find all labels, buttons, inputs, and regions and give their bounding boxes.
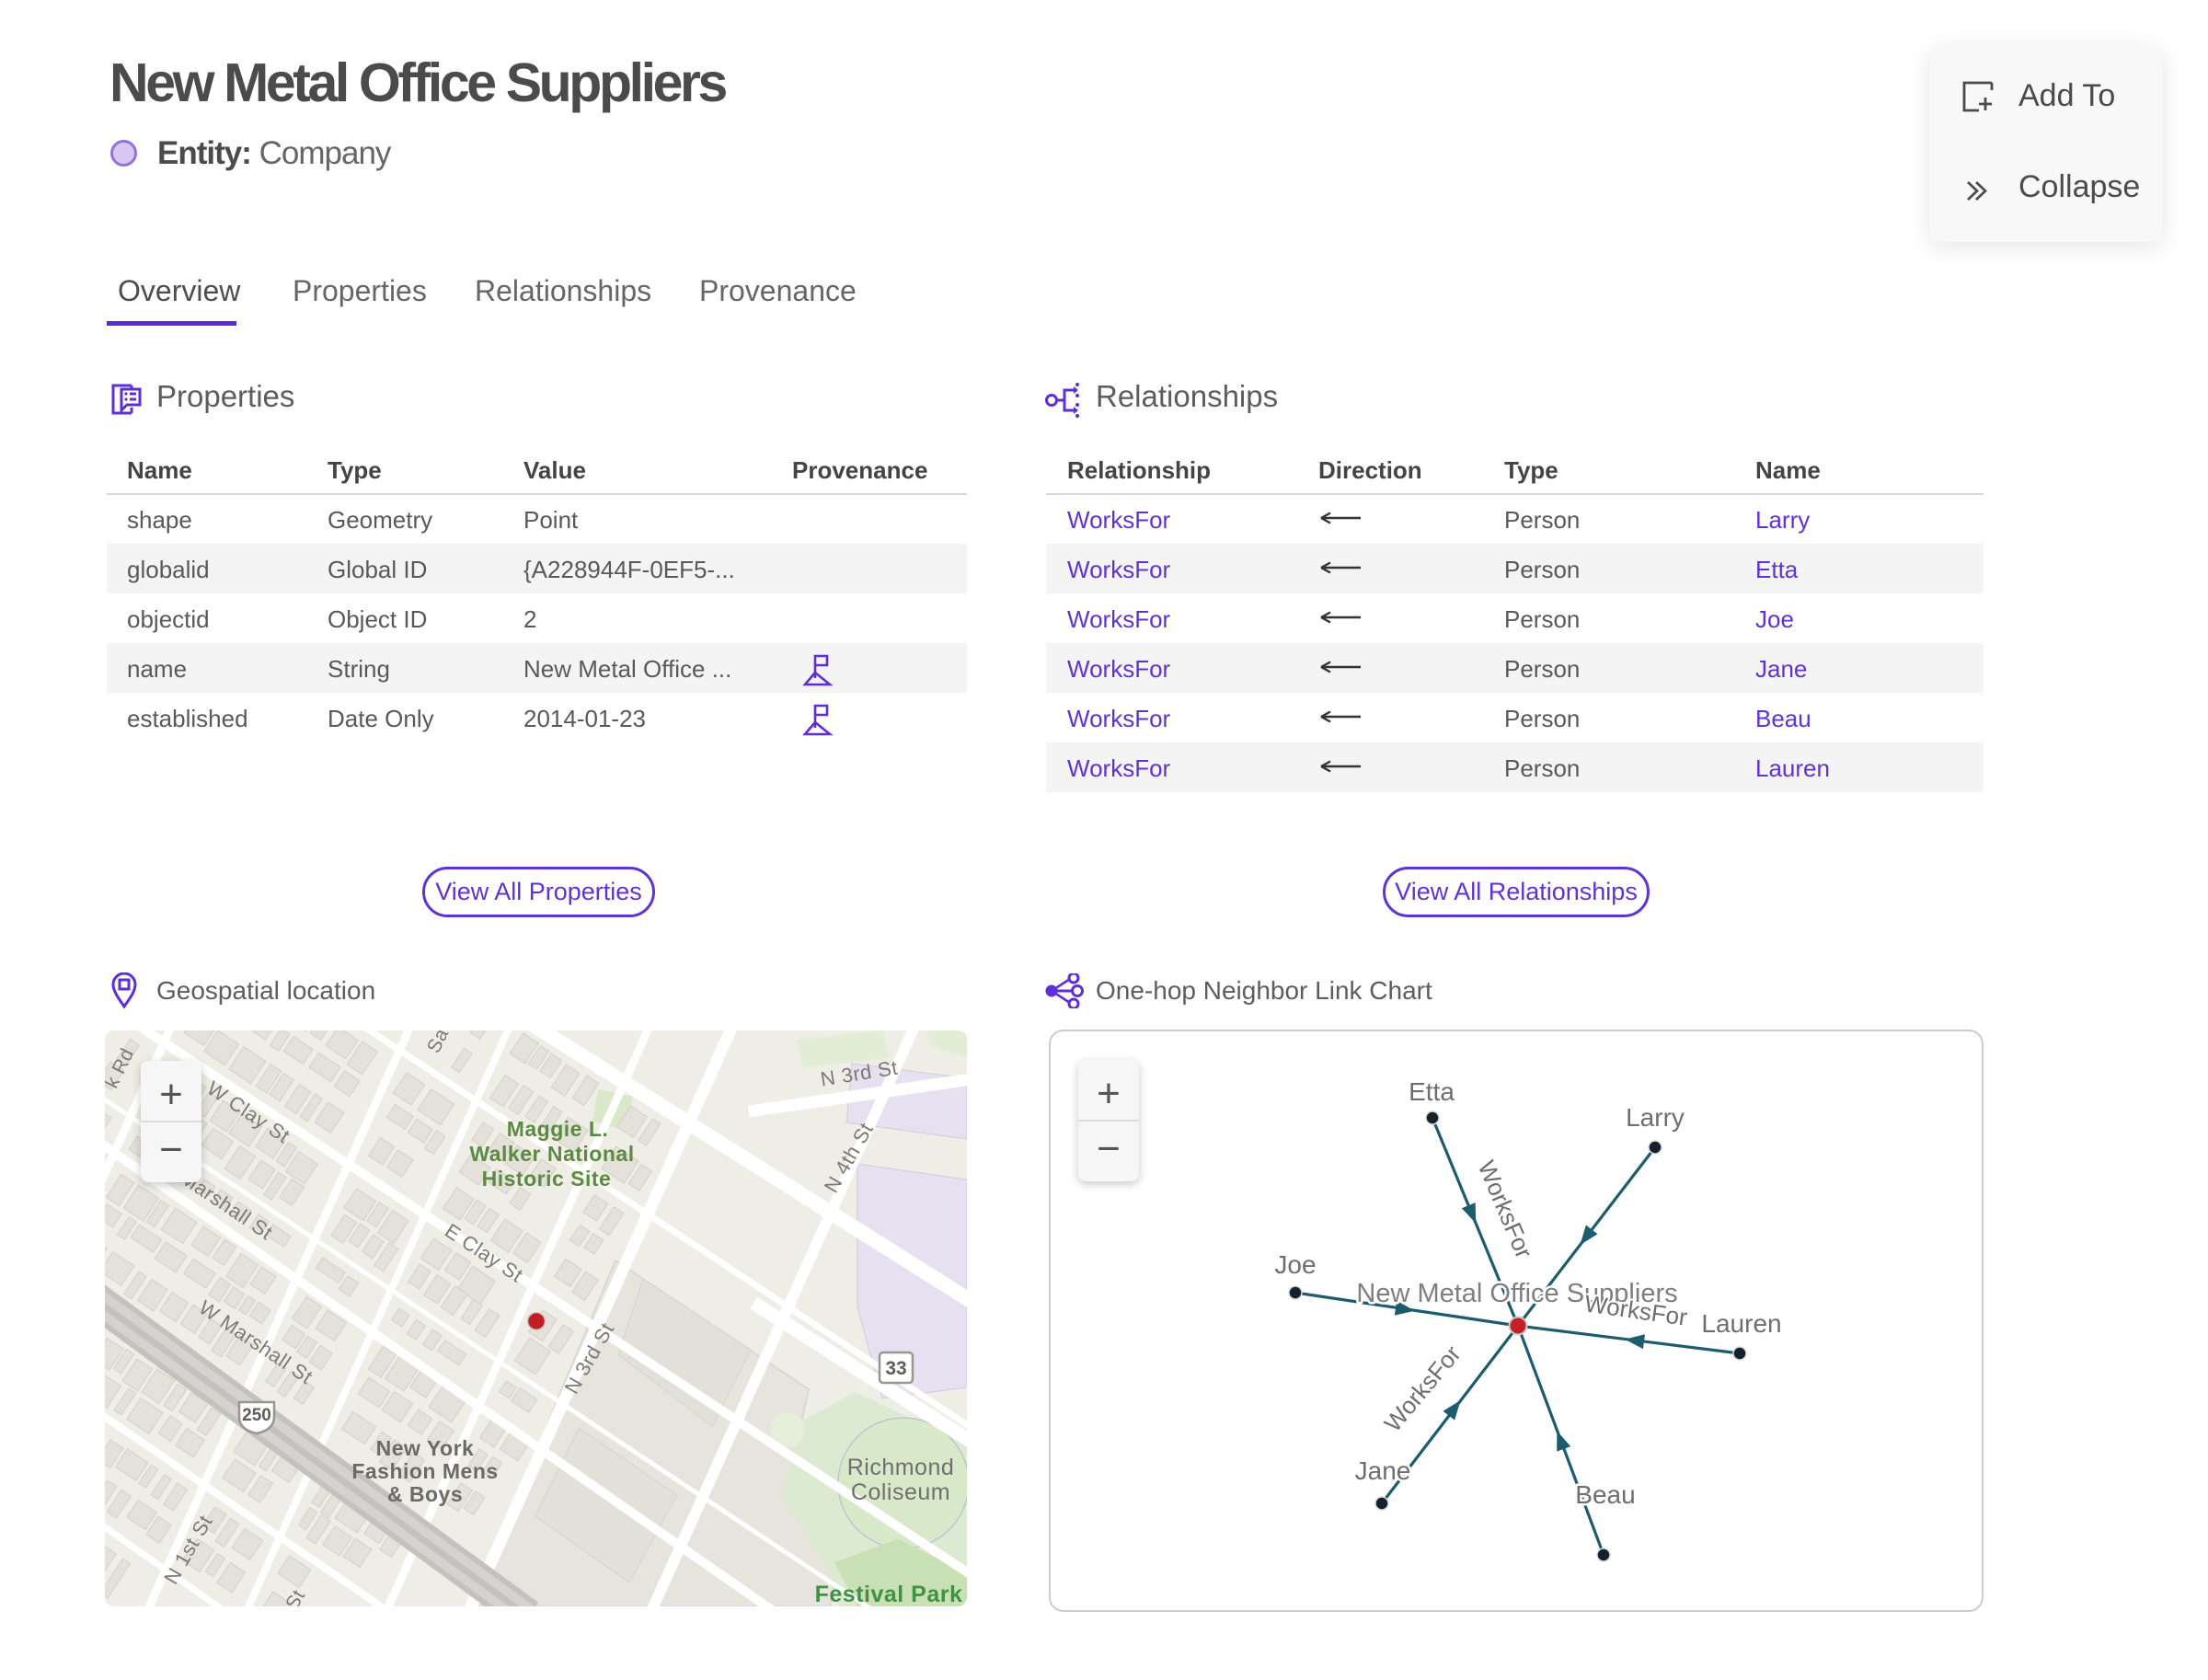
- svg-text:& Boys: & Boys: [387, 1482, 463, 1506]
- svg-text:Maggie L.: Maggie L.: [507, 1117, 609, 1141]
- svg-text:Lauren: Lauren: [1701, 1309, 1781, 1338]
- svg-text:Jane: Jane: [1355, 1456, 1411, 1485]
- svg-text:New York: New York: [376, 1436, 475, 1460]
- svg-text:Joe: Joe: [1274, 1250, 1316, 1279]
- svg-text:Larry: Larry: [1626, 1103, 1685, 1132]
- svg-text:33: 33: [885, 1358, 906, 1379]
- svg-text:Richmond: Richmond: [847, 1455, 955, 1480]
- svg-text:Coliseum: Coliseum: [851, 1479, 950, 1505]
- svg-text:WorksFor: WorksFor: [1473, 1156, 1539, 1262]
- svg-text:Walker National: Walker National: [469, 1142, 634, 1166]
- svg-text:250: 250: [242, 1406, 271, 1425]
- svg-text:Historic Site: Historic Site: [482, 1167, 612, 1191]
- svg-text:Fashion Mens: Fashion Mens: [351, 1459, 498, 1483]
- svg-text:Etta: Etta: [1409, 1077, 1455, 1106]
- svg-text:WorksFor: WorksFor: [1379, 1340, 1466, 1436]
- svg-text:Beau: Beau: [1575, 1480, 1635, 1509]
- svg-text:Festival Park: Festival Park: [815, 1582, 963, 1606]
